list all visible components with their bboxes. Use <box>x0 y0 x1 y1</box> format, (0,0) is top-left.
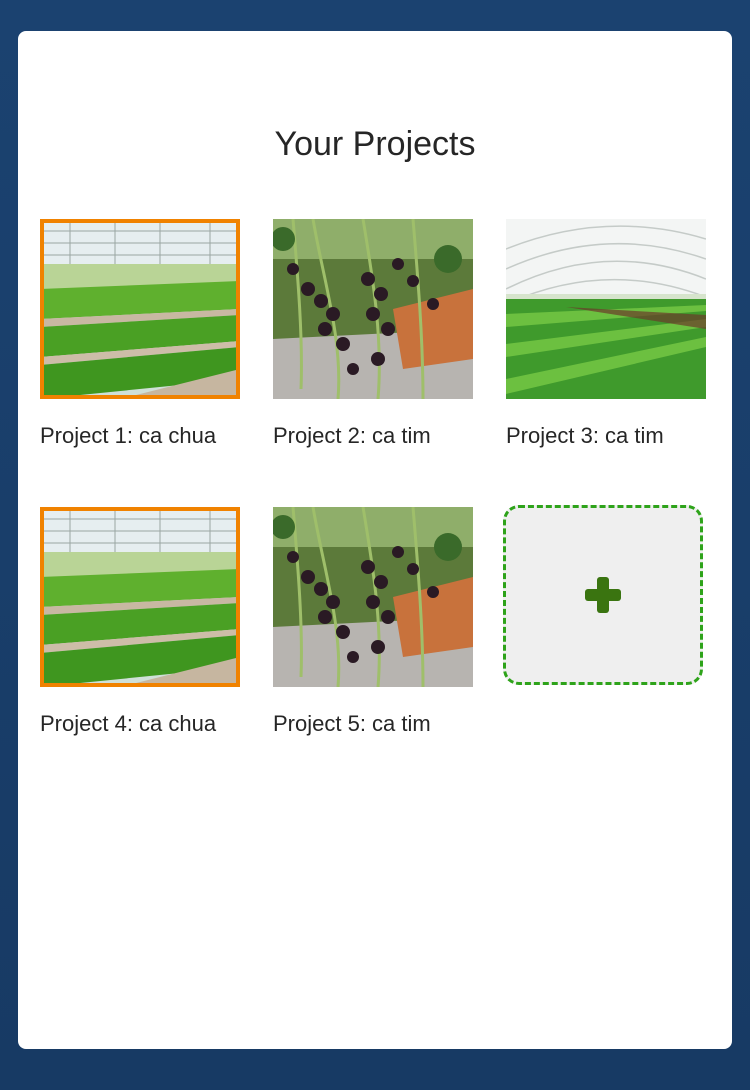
projects-card: Your Projects Project 1: ca chua Project… <box>18 31 732 1049</box>
project-thumbnail-4 <box>40 507 240 687</box>
project-label-3: Project 3: ca tim <box>506 423 664 448</box>
project-tile-2[interactable]: Project 2: ca tim <box>273 219 473 449</box>
project-thumbnail-3 <box>506 219 706 399</box>
project-thumbnail-2 <box>273 219 473 399</box>
add-project-button[interactable] <box>503 505 703 685</box>
project-label-4: Project 4: ca chua <box>40 711 217 736</box>
project-tile-3[interactable]: Project 3: ca tim <box>506 219 706 449</box>
project-thumbnail-1 <box>40 219 240 399</box>
project-label-5: Project 5: ca tim <box>273 711 431 736</box>
project-tile-4[interactable]: Project 4: ca chua <box>40 507 240 737</box>
project-label-2: Project 2: ca tim <box>273 423 431 448</box>
page-title: Your Projects <box>274 125 476 163</box>
project-thumbnail-5 <box>273 507 473 687</box>
project-tile-5[interactable]: Project 5: ca tim <box>273 507 473 737</box>
plus-icon <box>585 577 621 613</box>
project-label-1: Project 1: ca chua <box>40 423 217 448</box>
project-tile-1[interactable]: Project 1: ca chua <box>40 219 240 449</box>
